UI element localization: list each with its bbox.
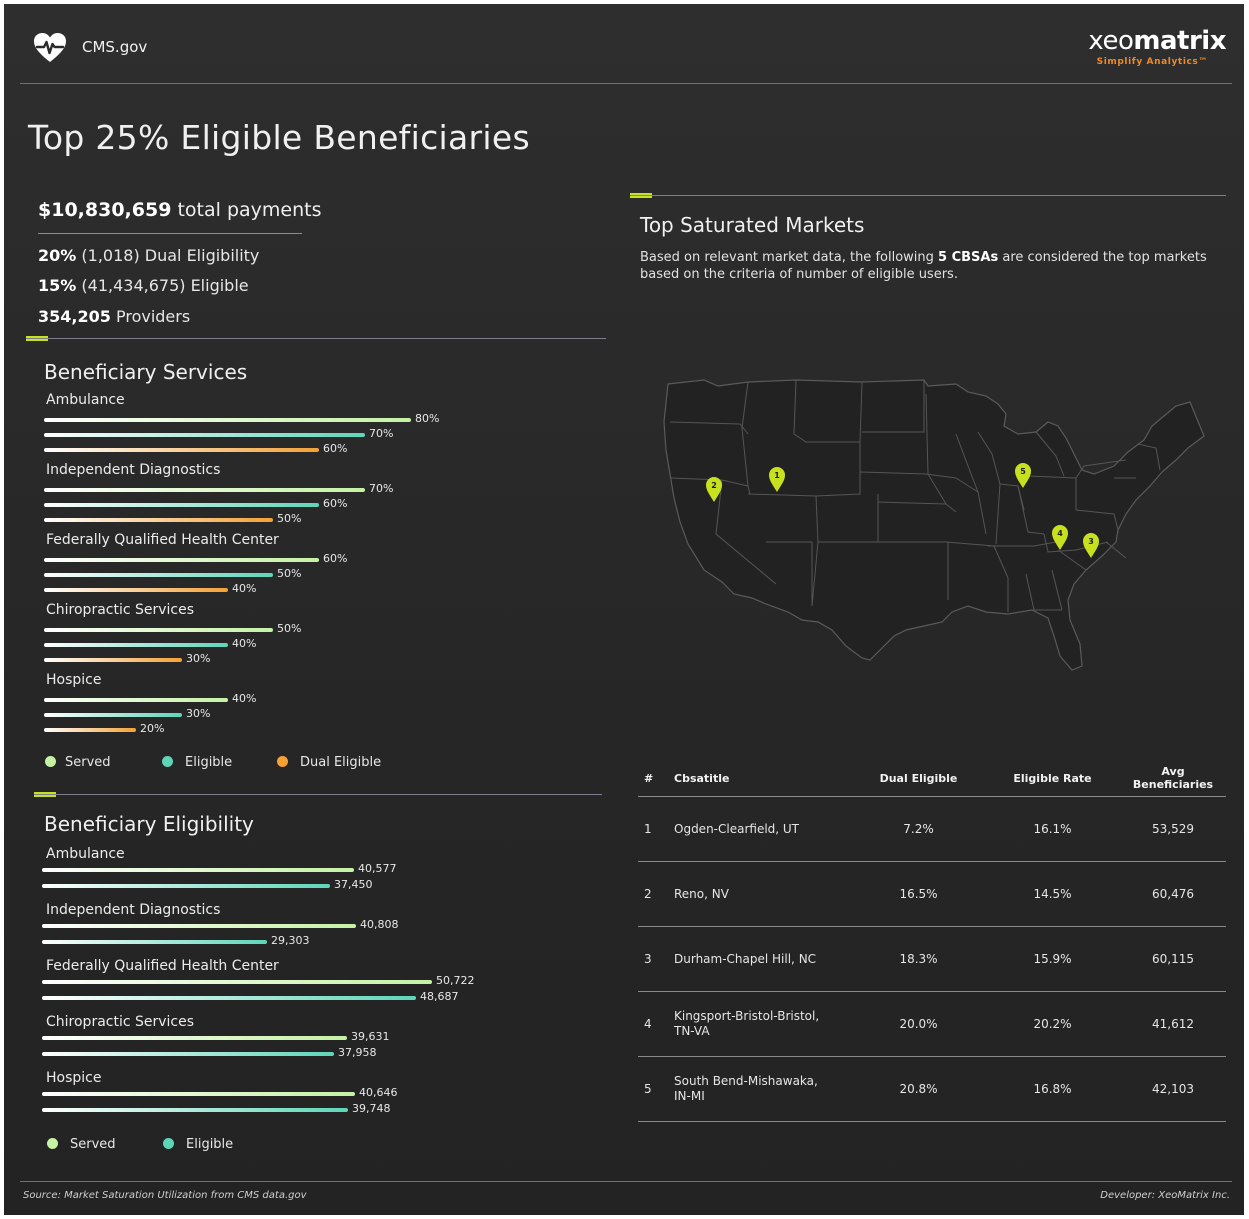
eligibility-category-hospice: Hospice: [46, 1070, 102, 1086]
map-pin-label: 1: [774, 471, 780, 480]
cell-dual-eligible: 18.3%: [852, 926, 985, 992]
footer-developer: Developer: XeoMatrix Inc.: [1100, 1190, 1230, 1201]
cell-cbsatitle: Reno, NV: [674, 861, 852, 927]
cell-cbsatitle: Kingsport-Bristol-Bristol, TN-VA: [674, 991, 852, 1057]
cell-avg-beneficiaries: 53,529: [1120, 796, 1226, 862]
eligibility-bar-served: [42, 1036, 347, 1040]
eligibility-category-chiropractic-services: Chiropractic Services: [46, 1014, 195, 1030]
cell-rank: 4: [638, 991, 674, 1057]
table-row[interactable]: 2 Reno, NV 16.5% 14.5% 60,476: [638, 861, 1226, 927]
cbsa-line: Reno, NV: [674, 886, 729, 901]
map-pin-label: 2: [711, 481, 717, 490]
brand-xeo: xeo: [1088, 26, 1134, 56]
cell-cbsatitle: South Bend-Mishawaka, IN-MI: [674, 1056, 852, 1122]
markets-title: Top Saturated Markets: [640, 213, 865, 237]
cbsa-line: Kingsport-Bristol-Bristol,: [674, 1009, 820, 1023]
cbsa-line: Durham-Chapel Hill, NC: [674, 951, 817, 966]
cell-dual-eligible: 16.5%: [852, 861, 985, 927]
eligibility-value-label: 39,631: [351, 1030, 390, 1043]
cell-dual-eligible: 20.0%: [852, 991, 985, 1057]
cell-eligible-rate: 16.1%: [985, 796, 1120, 862]
markets-desc-part1: Based on relevant market data, the follo…: [640, 250, 939, 265]
markets-table: # Cbsatitle Dual Eligible Eligible Rate …: [638, 760, 1226, 1122]
markets-desc-bold: 5 CBSAs: [938, 250, 999, 265]
table-row[interactable]: 1 Ogden-Clearfield, UT 7.2% 16.1% 53,529: [638, 796, 1226, 862]
legend2-served-label: Served: [70, 1137, 116, 1152]
eligibility-bar-eligible: [42, 1052, 334, 1056]
cell-eligible-rate: 16.8%: [985, 1056, 1120, 1122]
cell-rank: 3: [638, 926, 674, 992]
eligibility-value-label: 40,808: [360, 918, 399, 931]
legend2-eligible-label: Eligible: [186, 1137, 234, 1152]
table-row[interactable]: 5 South Bend-Mishawaka, IN-MI 20.8% 16.8% 42,…: [638, 1056, 1226, 1122]
eligibility-value-label: 50,722: [436, 974, 475, 987]
cell-avg-beneficiaries: 41,612: [1120, 991, 1226, 1057]
cbsa-line: IN-MI: [674, 1089, 705, 1103]
map-pin-label: 5: [1020, 467, 1026, 476]
eligibility-value-label: 40,577: [358, 862, 397, 875]
cell-dual-eligible: 7.2%: [852, 796, 985, 862]
eligibility-value-label: 29,303: [271, 934, 310, 947]
eligibility-category-ambulance: Ambulance: [46, 846, 125, 862]
cell-rank: 2: [638, 861, 674, 927]
footer-source: Source: Market Saturation Utilization fr…: [23, 1190, 307, 1201]
cell-avg-beneficiaries: 60,115: [1120, 926, 1226, 992]
table-row[interactable]: 3 Durham-Chapel Hill, NC 18.3% 15.9% 60,115: [638, 926, 1226, 992]
eligibility-value-label: 39,748: [352, 1102, 391, 1115]
eligibility-bar-served: [42, 868, 354, 872]
markets-divider: [630, 195, 1226, 196]
cbsa-line: South Bend-Mishawaka,: [674, 1074, 818, 1088]
map-pin-label: 4: [1057, 529, 1063, 538]
eligibility-bar-eligible: [42, 940, 267, 944]
cell-rank: 1: [638, 796, 674, 862]
col-avg-beneficiaries: Avg Beneficiaries: [1120, 760, 1226, 797]
eligibility-value-label: 48,687: [420, 990, 459, 1003]
brand-tagline: Simplify Analytics™: [1096, 57, 1208, 67]
cell-avg-beneficiaries: 60,476: [1120, 861, 1226, 927]
eligibility-bar-served: [42, 924, 356, 928]
xeomatrix-logo[interactable]: xeomatrix Simplify Analytics™: [1076, 26, 1226, 74]
eligibility-category-federally-qualified-health-center: Federally Qualified Health Center: [46, 958, 279, 974]
eligibility-value-label: 37,958: [338, 1046, 377, 1059]
dashboard: CMS.gov xeomatrix Simplify Analytics™ To…: [4, 4, 1244, 1215]
table-row[interactable]: 4 Kingsport-Bristol-Bristol, TN-VA 20.0% 20.…: [638, 991, 1226, 1057]
us-map[interactable]: 1 2 3 4 5: [656, 374, 1206, 674]
table-header-row: # Cbsatitle Dual Eligible Eligible Rate …: [638, 760, 1226, 797]
cell-eligible-rate: 20.2%: [985, 991, 1120, 1057]
eligibility-bar-served: [42, 1092, 355, 1096]
legend2-served-dot: [47, 1138, 58, 1149]
col-cbsatitle: Cbsatitle: [674, 760, 852, 797]
cell-avg-beneficiaries: 42,103: [1120, 1056, 1226, 1122]
eligibility-category-independent-diagnostics: Independent Diagnostics: [46, 902, 221, 918]
eligibility-value-label: 40,646: [359, 1086, 398, 1099]
cbsa-line: TN-VA: [674, 1024, 710, 1038]
us-outline: [663, 379, 1205, 671]
cell-eligible-rate: 14.5%: [985, 861, 1120, 927]
brand-matrix: matrix: [1133, 26, 1226, 56]
cell-eligible-rate: 15.9%: [985, 926, 1120, 992]
legend2-eligible-dot: [163, 1138, 174, 1149]
cell-rank: 5: [638, 1056, 674, 1122]
eligibility-bar-eligible: [42, 884, 330, 888]
map-pin-label: 3: [1088, 537, 1094, 546]
footer-divider: [20, 1181, 1232, 1182]
col-dual-eligible: Dual Eligible: [852, 760, 985, 797]
eligibility-bar-served: [42, 980, 432, 984]
eligibility-bar-eligible: [42, 1108, 348, 1112]
markets-description: Based on relevant market data, the follo…: [640, 249, 1220, 283]
eligibility-value-label: 37,450: [334, 878, 373, 891]
cbsa-line: Ogden-Clearfield, UT: [674, 821, 800, 836]
cell-dual-eligible: 20.8%: [852, 1056, 985, 1122]
cell-cbsatitle: Durham-Chapel Hill, NC: [674, 926, 852, 992]
col-rank: #: [638, 760, 674, 797]
eligibility-chart: Ambulance 40,577 37,450 Independent Diagnos…: [4, 4, 624, 1134]
cell-cbsatitle: Ogden-Clearfield, UT: [674, 796, 852, 862]
eligibility-bar-eligible: [42, 996, 416, 1000]
col-eligible-rate: Eligible Rate: [985, 760, 1120, 797]
